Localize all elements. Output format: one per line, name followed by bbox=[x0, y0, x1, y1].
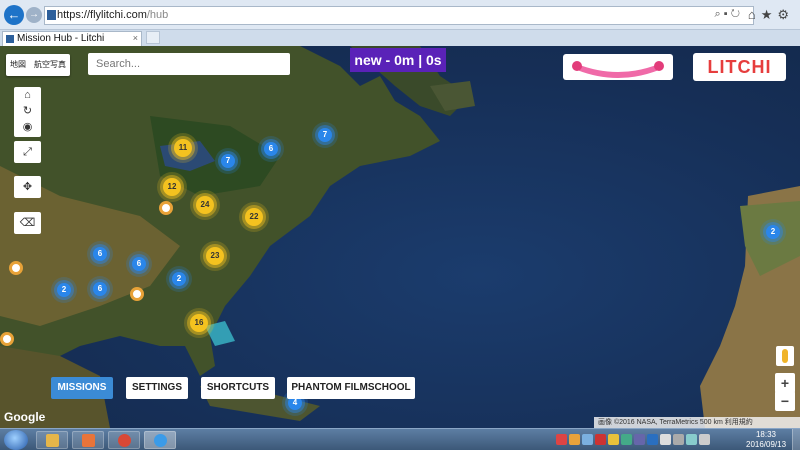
refresh-icon[interactable]: ↻ bbox=[731, 8, 740, 20]
network-icon[interactable] bbox=[686, 434, 697, 445]
system-tray bbox=[556, 434, 710, 446]
cluster-marker[interactable]: 7 bbox=[221, 154, 235, 168]
cluster-marker[interactable]: 6 bbox=[93, 247, 107, 261]
cluster-marker[interactable]: 16 bbox=[190, 314, 208, 332]
settings-button[interactable]: SETTINGS bbox=[126, 377, 188, 399]
map-type-satellite[interactable]: 航空写真 bbox=[30, 54, 70, 76]
photo-pin-icon[interactable] bbox=[9, 261, 23, 275]
home-icon[interactable]: ⌂ bbox=[748, 7, 761, 22]
lock-icon[interactable]: ▪ bbox=[724, 8, 728, 20]
shortcuts-button[interactable]: SHORTCUTS bbox=[201, 377, 275, 399]
tray-icon[interactable] bbox=[621, 434, 632, 445]
zoom-in-button[interactable]: + bbox=[775, 373, 795, 393]
clock-date: 2016/09/13 bbox=[746, 440, 787, 449]
taskbar-clock[interactable]: 18:33 2016/09/13 bbox=[746, 430, 786, 450]
search-icon[interactable]: ⌕ bbox=[715, 8, 721, 20]
windows-taskbar: 18:33 2016/09/13 bbox=[0, 428, 800, 450]
map-type-switcher: 地図 航空写真 bbox=[6, 54, 70, 76]
tray-icon[interactable] bbox=[569, 434, 580, 445]
tab-mission-hub[interactable]: Mission Hub - Litchi × bbox=[2, 31, 142, 46]
browser-toolbar-icons: ⌂★⚙ bbox=[748, 7, 794, 23]
map-view[interactable]: 地図 航空写真 Search... new - 0m | 0s LITCHI ⌂… bbox=[0, 46, 800, 428]
satellite-landmass bbox=[0, 46, 800, 428]
photo-pin-icon[interactable] bbox=[0, 332, 14, 346]
photo-pin-icon[interactable] bbox=[159, 201, 173, 215]
photo-pin-icon[interactable] bbox=[130, 287, 144, 301]
tab-bar: Mission Hub - Litchi × bbox=[0, 30, 800, 46]
mission-counter: new - 0m | 0s bbox=[350, 48, 446, 72]
cluster-marker[interactable]: 6 bbox=[132, 257, 146, 271]
home-icon[interactable]: ⌂ bbox=[14, 87, 41, 103]
tray-icon[interactable] bbox=[660, 434, 671, 445]
tab-close-icon[interactable]: × bbox=[133, 32, 138, 45]
explorer-taskbar-icon[interactable] bbox=[36, 431, 68, 449]
tray-icon[interactable] bbox=[556, 434, 567, 445]
media-player-taskbar-icon[interactable] bbox=[72, 431, 104, 449]
favorites-star-icon[interactable]: ★ bbox=[761, 7, 778, 22]
browser-address-bar: ← → https://flylitchi.com/hub ⌕ ▪ ↻ ⌂★⚙ bbox=[0, 0, 800, 30]
tray-icon[interactable] bbox=[673, 434, 684, 445]
volume-icon[interactable] bbox=[699, 434, 710, 445]
tab-favicon-icon bbox=[6, 35, 14, 43]
forward-arrow-icon[interactable]: → bbox=[26, 7, 42, 23]
cluster-marker[interactable]: 12 bbox=[163, 178, 181, 196]
ribbon-icon bbox=[572, 61, 664, 78]
cluster-marker[interactable]: 7 bbox=[318, 128, 332, 142]
banner-decoration bbox=[563, 54, 673, 80]
tray-icon[interactable] bbox=[608, 434, 619, 445]
move-icon[interactable]: ✥ bbox=[14, 176, 41, 198]
google-logo: Google bbox=[4, 410, 46, 424]
refresh-icon[interactable]: ↻ bbox=[14, 103, 41, 119]
search-input[interactable]: Search... bbox=[88, 53, 290, 75]
cluster-marker[interactable]: 23 bbox=[206, 247, 224, 265]
globe-icon[interactable]: ◉ bbox=[14, 119, 41, 135]
url-path: /hub bbox=[146, 9, 169, 21]
start-button[interactable] bbox=[4, 430, 28, 450]
missions-button[interactable]: MISSIONS bbox=[51, 377, 113, 399]
cluster-marker[interactable]: 11 bbox=[174, 139, 192, 157]
litchi-logo[interactable]: LITCHI bbox=[693, 53, 786, 81]
phantom-filmschool-button[interactable]: PHANTOM FILMSCHOOL bbox=[287, 377, 415, 399]
tray-icon[interactable] bbox=[595, 434, 606, 445]
clock-time: 18:33 bbox=[755, 430, 777, 439]
url-field[interactable]: https://flylitchi.com/hub bbox=[44, 6, 754, 25]
address-actions: ⌕ ▪ ↻ bbox=[715, 8, 740, 21]
map-type-map[interactable]: 地図 bbox=[6, 54, 30, 76]
cluster-marker[interactable]: 6 bbox=[93, 282, 107, 296]
fullscreen-icon[interactable]: ⤢ bbox=[14, 141, 41, 163]
chrome-taskbar-icon[interactable] bbox=[108, 431, 140, 449]
zoom-out-button[interactable]: − bbox=[775, 391, 795, 411]
settings-gear-icon[interactable]: ⚙ bbox=[777, 7, 794, 22]
cluster-marker[interactable]: 24 bbox=[196, 196, 214, 214]
url-host: https://flylitchi.com bbox=[57, 9, 147, 21]
map-controls: ⌂ ↻ ◉ bbox=[14, 87, 41, 137]
help-icon[interactable] bbox=[647, 434, 658, 445]
cluster-marker[interactable]: 2 bbox=[766, 225, 780, 239]
site-favicon-icon bbox=[47, 10, 56, 20]
cluster-marker[interactable]: 6 bbox=[264, 142, 278, 156]
tab-title: Mission Hub - Litchi bbox=[17, 33, 105, 44]
internet-explorer-taskbar-icon[interactable] bbox=[144, 431, 176, 449]
cluster-marker[interactable]: 2 bbox=[172, 272, 186, 286]
tray-icon[interactable] bbox=[634, 434, 645, 445]
eraser-icon[interactable]: ⌫ bbox=[14, 212, 41, 234]
cluster-marker[interactable]: 2 bbox=[57, 283, 71, 297]
new-tab-button[interactable] bbox=[146, 31, 160, 44]
tray-icon[interactable] bbox=[582, 434, 593, 445]
back-arrow-icon[interactable]: ← bbox=[4, 5, 24, 25]
map-attribution: 画像 ©2016 NASA, TerraMetrics 500 km 利用規約 bbox=[594, 417, 800, 428]
street-view-pegman-icon[interactable] bbox=[776, 346, 794, 366]
show-desktop-button[interactable] bbox=[792, 429, 800, 450]
cluster-marker[interactable]: 22 bbox=[245, 208, 263, 226]
